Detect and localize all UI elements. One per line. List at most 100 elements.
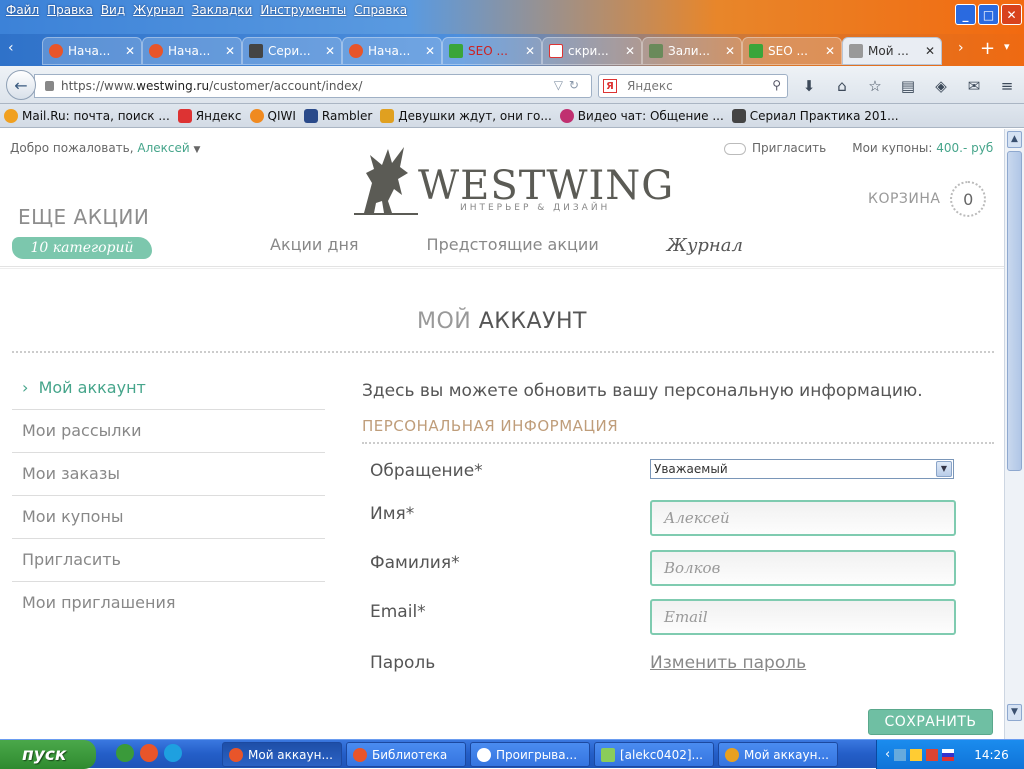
pocket-icon[interactable]: ◈: [930, 75, 952, 97]
browser-tab[interactable]: Нача... ✕: [142, 37, 242, 65]
sidebar-item-invitations[interactable]: Мои приглашения: [12, 582, 325, 625]
nav-journal[interactable]: Журнал: [667, 235, 743, 256]
browser-tab[interactable]: SEO ... ✕: [442, 37, 542, 65]
tray-app-icon[interactable]: [910, 748, 923, 761]
tab-title: Сери...: [268, 44, 311, 58]
search-bar[interactable]: Я Яндекс ⚲: [598, 74, 788, 98]
page-title-bold: АККАУНТ: [478, 309, 587, 334]
bookmark-item[interactable]: Девушки ждут, они го...: [380, 108, 552, 123]
skype-icon[interactable]: [164, 744, 182, 762]
menu-history[interactable]: Журнал: [131, 3, 190, 17]
hamburger-menu-icon[interactable]: ≡: [996, 75, 1018, 97]
tab-close-icon[interactable]: ✕: [825, 44, 835, 58]
search-icon[interactable]: ⚲: [772, 78, 781, 92]
last-name-label: Фамилия*: [370, 553, 460, 573]
more-promos-link[interactable]: ЕЩЕ АКЦИИ: [18, 205, 149, 229]
last-name-field[interactable]: Волков: [650, 550, 956, 586]
search-placeholder: Яндекс: [627, 79, 673, 93]
tab-scroll-left-icon[interactable]: ‹: [8, 40, 14, 56]
taskbar-item[interactable]: Мой аккаун...: [718, 742, 838, 767]
tray-expand-icon[interactable]: ‹: [885, 747, 890, 762]
taskbar-item[interactable]: Проигрыва...: [470, 742, 590, 767]
firefox-icon[interactable]: [140, 744, 158, 762]
cart-count: 0: [950, 181, 987, 217]
nav-upcoming-sales[interactable]: Предстоящие акции: [427, 235, 599, 256]
user-name-link[interactable]: Алексей: [137, 141, 189, 155]
network-icon[interactable]: [894, 748, 907, 761]
sidebar-item-coupons[interactable]: Мои купоны: [12, 496, 325, 539]
menu-help[interactable]: Справка: [352, 3, 413, 17]
coupons-link[interactable]: Мои купоны: 400.- руб: [852, 141, 993, 155]
taskbar-item[interactable]: Мой аккаун...: [222, 742, 342, 767]
nav-daily-sales[interactable]: Акции дня: [270, 235, 359, 256]
tab-close-icon[interactable]: ✕: [625, 44, 635, 58]
menu-bookmarks[interactable]: Закладки: [190, 3, 259, 17]
back-button[interactable]: ←: [6, 70, 36, 100]
salutation-select[interactable]: Уважаемый ▼: [650, 459, 954, 479]
scroll-up-icon[interactable]: ▲: [1007, 131, 1022, 148]
first-name-field[interactable]: Алексей: [650, 500, 956, 536]
browser-tab[interactable]: Нача... ✕: [42, 37, 142, 65]
account-sidebar: › Мой аккаунт Мои рассылки Мои заказы Мо…: [12, 367, 325, 625]
categories-badge[interactable]: 10 категорий: [12, 237, 152, 259]
mail-icon[interactable]: ✉: [963, 75, 985, 97]
sidebar-item-newsletters[interactable]: Мои рассылки: [12, 410, 325, 453]
user-dropdown-icon[interactable]: ▼: [194, 145, 201, 155]
browser-tab[interactable]: SEO ... ✕: [742, 37, 842, 65]
menu-file[interactable]: Файл: [4, 3, 45, 17]
sidebar-item-orders[interactable]: Мои заказы: [12, 453, 325, 496]
antivirus-icon[interactable]: [926, 748, 939, 761]
browser-tab[interactable]: Нача... ✕: [342, 37, 442, 65]
tab-favicon-icon: [749, 44, 763, 58]
change-password-link[interactable]: Изменить пароль: [650, 653, 806, 673]
bookmark-item[interactable]: Rambler: [303, 108, 372, 123]
quicklaunch-app-icon[interactable]: [116, 744, 134, 762]
bookmark-star-icon[interactable]: ☆: [864, 75, 886, 97]
menu-edit[interactable]: Правка: [45, 3, 99, 17]
start-button[interactable]: пуск: [0, 740, 96, 769]
westwing-logo[interactable]: WESTWING ИНТЕРЬЕР & ДИЗАЙН: [354, 143, 673, 219]
new-tab-icon[interactable]: +: [980, 38, 995, 59]
browser-tab[interactable]: Сери... ✕: [242, 37, 342, 65]
cart-button[interactable]: КОРЗИНА 0: [868, 181, 987, 217]
firefox-icon: [229, 747, 243, 762]
tab-close-icon[interactable]: ✕: [925, 44, 935, 58]
download-icon[interactable]: ⬇: [798, 75, 820, 97]
browser-tab[interactable]: Зали... ✕: [642, 37, 742, 65]
vertical-scrollbar[interactable]: ▲ ▼: [1004, 129, 1024, 739]
bookmark-item[interactable]: Сериал Практика 201...: [731, 108, 899, 123]
email-field[interactable]: Email: [650, 599, 956, 635]
tab-close-icon[interactable]: ✕: [325, 44, 335, 58]
maximize-button[interactable]: □: [978, 4, 999, 25]
tab-close-icon[interactable]: ✕: [125, 44, 135, 58]
sidebar-item-my-account[interactable]: › Мой аккаунт: [12, 367, 325, 410]
url-bar[interactable]: https://www. westwing.ru/customer/account…: [34, 74, 592, 98]
tab-close-icon[interactable]: ✕: [425, 44, 435, 58]
tab-close-icon[interactable]: ✕: [725, 44, 735, 58]
scroll-thumb[interactable]: [1007, 151, 1022, 471]
minimize-button[interactable]: _: [955, 4, 976, 25]
bookmark-item[interactable]: Яндекс: [177, 108, 242, 123]
browser-tab-active[interactable]: Мой ... ✕: [842, 37, 942, 65]
menu-tools[interactable]: Инструменты: [258, 3, 352, 17]
taskbar-item[interactable]: [alekc0402]...: [594, 742, 714, 767]
close-window-button[interactable]: ✕: [1001, 4, 1022, 25]
scroll-down-icon[interactable]: ▼: [1007, 704, 1022, 721]
taskbar-item[interactable]: Библиотека: [346, 742, 466, 767]
language-flag-icon[interactable]: [942, 748, 955, 761]
bookmark-item[interactable]: QIWI: [249, 108, 296, 123]
menu-view[interactable]: Вид: [99, 3, 131, 17]
invite-link[interactable]: Пригласить: [724, 141, 826, 155]
tab-close-icon[interactable]: ✕: [225, 44, 235, 58]
sidebar-item-invite[interactable]: Пригласить: [12, 539, 325, 582]
home-icon[interactable]: ⌂: [831, 75, 853, 97]
tab-list-icon[interactable]: ▾: [1004, 40, 1010, 53]
bookmark-item[interactable]: Mail.Ru: почта, поиск ...: [4, 108, 170, 123]
tab-close-icon[interactable]: ✕: [525, 44, 535, 58]
save-button[interactable]: СОХРАНИТЬ: [868, 709, 993, 735]
reload-icon[interactable]: ▽↻: [554, 78, 585, 92]
browser-tab[interactable]: скри... ✕: [542, 37, 642, 65]
tab-scroll-right-icon[interactable]: ›: [958, 40, 964, 56]
bookmark-item[interactable]: Видео чат: Общение ...: [559, 108, 724, 123]
reader-icon[interactable]: ▤: [897, 75, 919, 97]
